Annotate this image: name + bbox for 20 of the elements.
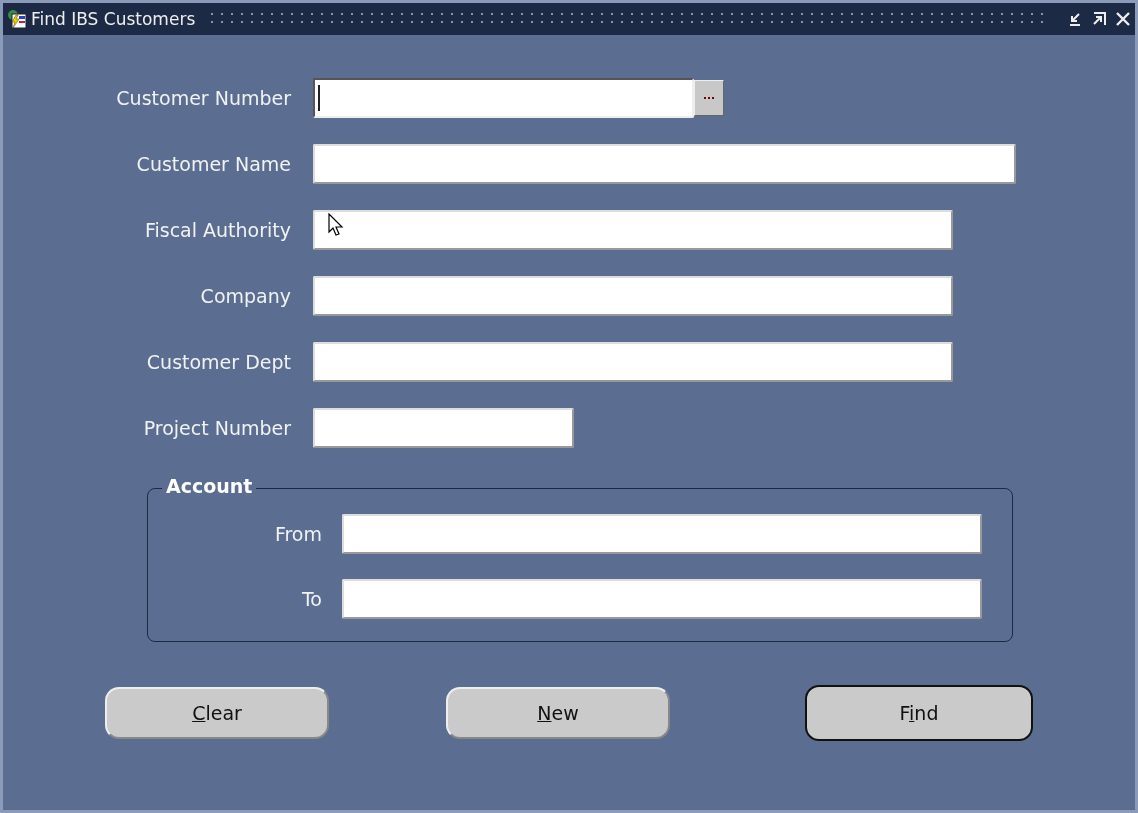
- field-label: From: [273, 523, 323, 545]
- field-label: Customer Number: [115, 86, 292, 109]
- close-icon[interactable]: [1115, 11, 1131, 27]
- app-icon: [7, 9, 27, 29]
- maximize-icon[interactable]: [1091, 11, 1107, 27]
- field-label: To: [301, 588, 323, 610]
- field-label: Project Number: [142, 416, 292, 439]
- mouse-pointer-icon: [328, 213, 344, 237]
- input-field[interactable]: [313, 77, 694, 118]
- field-label: Company: [199, 284, 292, 307]
- action-button[interactable]: New: [446, 687, 670, 739]
- list-of-values-button[interactable]: [694, 79, 724, 116]
- ellipsis-icon: [703, 95, 715, 100]
- field-label: Customer Dept: [145, 350, 292, 373]
- field-label: Customer Name: [135, 152, 292, 175]
- minimize-icon[interactable]: [1067, 11, 1083, 27]
- action-button[interactable]: Clear: [105, 687, 329, 739]
- action-button[interactable]: Find: [805, 685, 1033, 741]
- window-title: Find IBS Customers: [31, 9, 196, 29]
- field-label: Fiscal Authority: [143, 218, 292, 241]
